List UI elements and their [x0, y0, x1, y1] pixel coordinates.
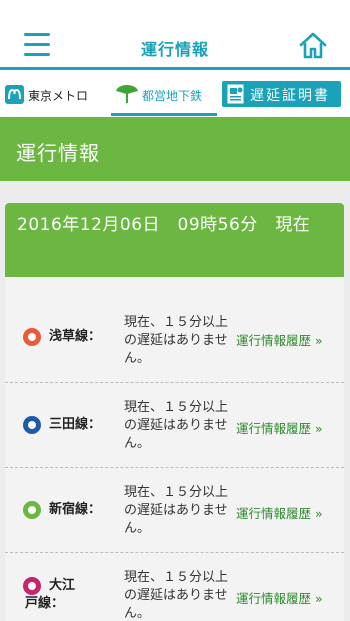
- status-datetime: 2016年12月06日 09時56分 現在: [17, 215, 311, 235]
- operator-tabs: 東京メトロ 都営地下鉄 遅延証明書: [0, 73, 350, 116]
- line-name: 新宿線：: [49, 502, 102, 517]
- section-title: 運行情報: [16, 141, 100, 165]
- shinjuku-line-icon: [23, 501, 41, 519]
- tab-label: 都営地下鉄: [142, 89, 203, 103]
- line-row-asakusa: 浅草線： 現在、１５分以上の遅延はありません。 運行情報履歴 »: [5, 277, 344, 383]
- line-row-mita: 三田線： 現在、１５分以上の遅延はありません。 運行情報履歴 »: [5, 383, 344, 468]
- history-link[interactable]: 運行情報履歴 »: [236, 503, 323, 522]
- history-link[interactable]: 運行情報履歴 »: [236, 588, 323, 607]
- history-link[interactable]: 運行情報履歴 »: [236, 330, 323, 349]
- tab-label: 東京メトロ: [28, 89, 89, 103]
- tab-label: 遅延証明書: [250, 88, 330, 104]
- line-status: 現在、１５分以上の遅延はありません。: [124, 315, 229, 366]
- card-header: 2016年12月06日 09時56分 現在: [5, 203, 344, 277]
- app-header: 運行情報: [0, 0, 350, 70]
- history-link[interactable]: 運行情報履歴 »: [236, 418, 323, 437]
- asakusa-line-icon: [23, 328, 41, 346]
- line-status-list: 浅草線： 現在、１５分以上の遅延はありません。 運行情報履歴 » 三田線： 現在…: [5, 277, 344, 621]
- document-icon: [227, 84, 244, 104]
- line-status: 現在、１５分以上の遅延はありません。: [124, 570, 229, 621]
- delay-certificate-button[interactable]: 遅延証明書: [222, 81, 341, 107]
- line-status: 現在、１５分以上の遅延はありません。: [124, 485, 229, 536]
- line-status: 現在、１５分以上の遅延はありません。: [124, 400, 229, 451]
- home-icon[interactable]: [298, 31, 328, 59]
- section-title-band: 運行情報: [0, 117, 350, 181]
- line-name: 三田線：: [49, 417, 102, 432]
- tab-toei-subway[interactable]: 都営地下鉄: [111, 73, 217, 116]
- line-row-oedo: 大江戸線： 現在、１５分以上の遅延はありません。 運行情報履歴 »: [5, 553, 344, 621]
- mita-line-icon: [23, 416, 41, 434]
- tokyo-metro-logo-icon: [5, 85, 24, 104]
- line-name: 浅草線：: [49, 329, 102, 344]
- main-content: 2016年12月06日 09時56分 現在 浅草線： 現在、１５分以上の遅延はあ…: [0, 181, 350, 621]
- line-name: 大江戸線：: [25, 578, 76, 611]
- app-screen: 運行情報 東京メトロ 都営地下鉄 遅延証明書 運行情報 2016年12月06日 …: [0, 0, 350, 621]
- ginkgo-leaf-icon: [116, 85, 138, 103]
- line-row-shinjuku: 新宿線： 現在、１５分以上の遅延はありません。 運行情報履歴 »: [5, 468, 344, 553]
- status-card: 2016年12月06日 09時56分 現在 浅草線： 現在、１５分以上の遅延はあ…: [5, 203, 344, 621]
- tab-tokyo-metro[interactable]: 東京メトロ: [0, 73, 104, 116]
